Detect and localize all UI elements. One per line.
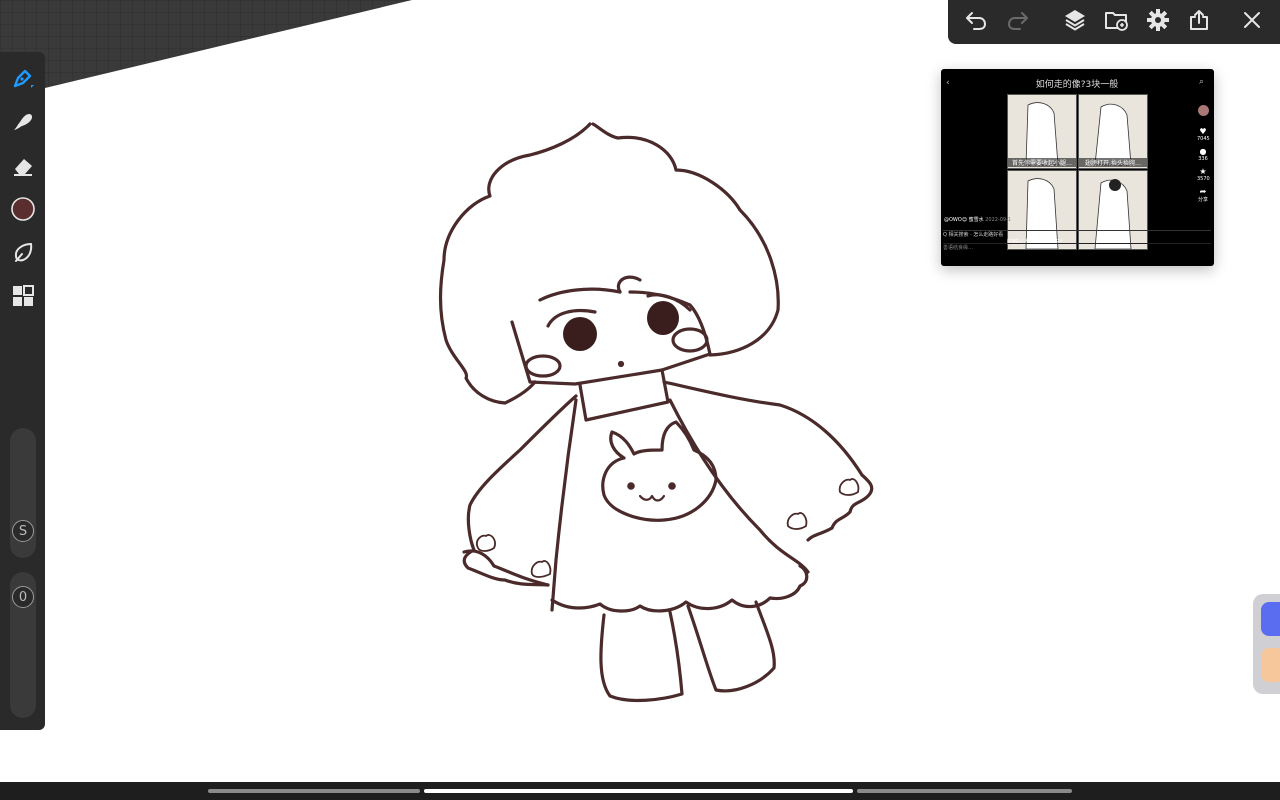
eraser-icon: [11, 154, 35, 178]
hair-inner-left: [538, 287, 622, 302]
undo-button[interactable]: [961, 8, 991, 36]
hair-swirl: [616, 275, 642, 294]
smudge-tool-button[interactable]: [4, 104, 41, 140]
comment-input[interactable]: 善语结良缘…: [943, 243, 1211, 253]
search-icon[interactable]: ⌕: [1199, 77, 1204, 87]
close-button[interactable]: [1237, 8, 1267, 36]
brush-nib-icon: [11, 66, 35, 90]
bunny-eye-left: [627, 482, 635, 490]
chat-app-icon[interactable]: [1261, 602, 1280, 636]
bunny-mouth: [638, 494, 666, 502]
redo-icon: [1006, 9, 1030, 35]
bottom-segment-left[interactable]: [207, 789, 421, 793]
settings-button[interactable]: [1143, 8, 1173, 36]
opacity-slider[interactable]: 0: [10, 572, 36, 718]
smudge-finger-icon: [11, 110, 35, 134]
dress-hem: [550, 564, 809, 613]
creator-avatar[interactable]: [1197, 105, 1209, 116]
left-sleeve: [462, 394, 578, 587]
layers-icon: [1063, 8, 1087, 36]
right-cheek: [671, 327, 709, 353]
bottom-segment-active[interactable]: [424, 789, 854, 793]
bunny-eye-right: [668, 482, 676, 490]
hair-outline: [438, 122, 780, 405]
redo-button[interactable]: [1003, 8, 1033, 36]
opacity-knob[interactable]: 0: [12, 586, 34, 608]
dress-body: [550, 398, 810, 612]
share-button[interactable]: [1184, 8, 1214, 36]
left-eye: [563, 317, 597, 351]
color-button[interactable]: [4, 191, 41, 227]
cuff-bunnies: [476, 478, 860, 578]
nose: [617, 360, 625, 368]
comment-icon[interactable]: ●: [1197, 147, 1209, 156]
heart-icon[interactable]: ♥: [1197, 127, 1209, 136]
layers-button[interactable]: [1060, 8, 1090, 36]
grid-icon: [11, 284, 35, 308]
right-leg: [686, 600, 776, 693]
folder-import-icon: [1104, 8, 1130, 36]
undo-icon: [964, 9, 988, 35]
gear-icon: [1146, 8, 1170, 36]
color-swatch-icon: [10, 196, 36, 222]
reference-image-1: 首先你需要收起小腿…: [1007, 94, 1077, 169]
brush-size-slider[interactable]: S: [10, 428, 36, 558]
brush-size-knob[interactable]: S: [12, 520, 34, 542]
bottom-segment-right[interactable]: [857, 789, 1073, 793]
related-search-bar[interactable]: Q 相关搜索 · 怎么走路好看: [943, 230, 1211, 239]
gallery-grid-button[interactable]: [4, 278, 41, 314]
bunny-face: [601, 420, 718, 522]
tool-sidebar: S 0: [0, 52, 45, 730]
brush-tool-button[interactable]: [4, 60, 41, 96]
right-eye: [647, 301, 679, 335]
share-arrow-icon[interactable]: ➦: [1197, 187, 1209, 196]
close-icon: [1242, 10, 1262, 34]
share-icon: [1187, 8, 1211, 36]
reference-window[interactable]: ‹ ⌕ 如何走的像?3块一般 首先你需要收起小腿… 翅膀打开,抬头抬腕… 四肢心…: [941, 69, 1214, 266]
selection-tool-button[interactable]: [4, 235, 41, 271]
left-leg: [599, 610, 684, 703]
top-toolbar: [948, 0, 1280, 44]
left-cheek: [524, 354, 562, 378]
back-chevron-icon[interactable]: ‹: [946, 78, 950, 88]
eraser-tool-button[interactable]: [4, 148, 41, 184]
reference-title: 如何走的像?3块一般: [1035, 80, 1119, 90]
app-switcher-edge: [1253, 594, 1280, 694]
star-icon[interactable]: ★: [1197, 167, 1209, 176]
bottom-scrub-bar: [0, 782, 1280, 800]
face-outline: [510, 290, 712, 386]
selection-lasso-icon: [11, 241, 35, 265]
import-button[interactable]: [1102, 8, 1132, 36]
right-sleeve: [662, 380, 874, 542]
smiley-app-icon[interactable]: [1261, 648, 1280, 682]
reference-image-2: 翅膀打开,抬头抬腕…: [1078, 94, 1148, 169]
